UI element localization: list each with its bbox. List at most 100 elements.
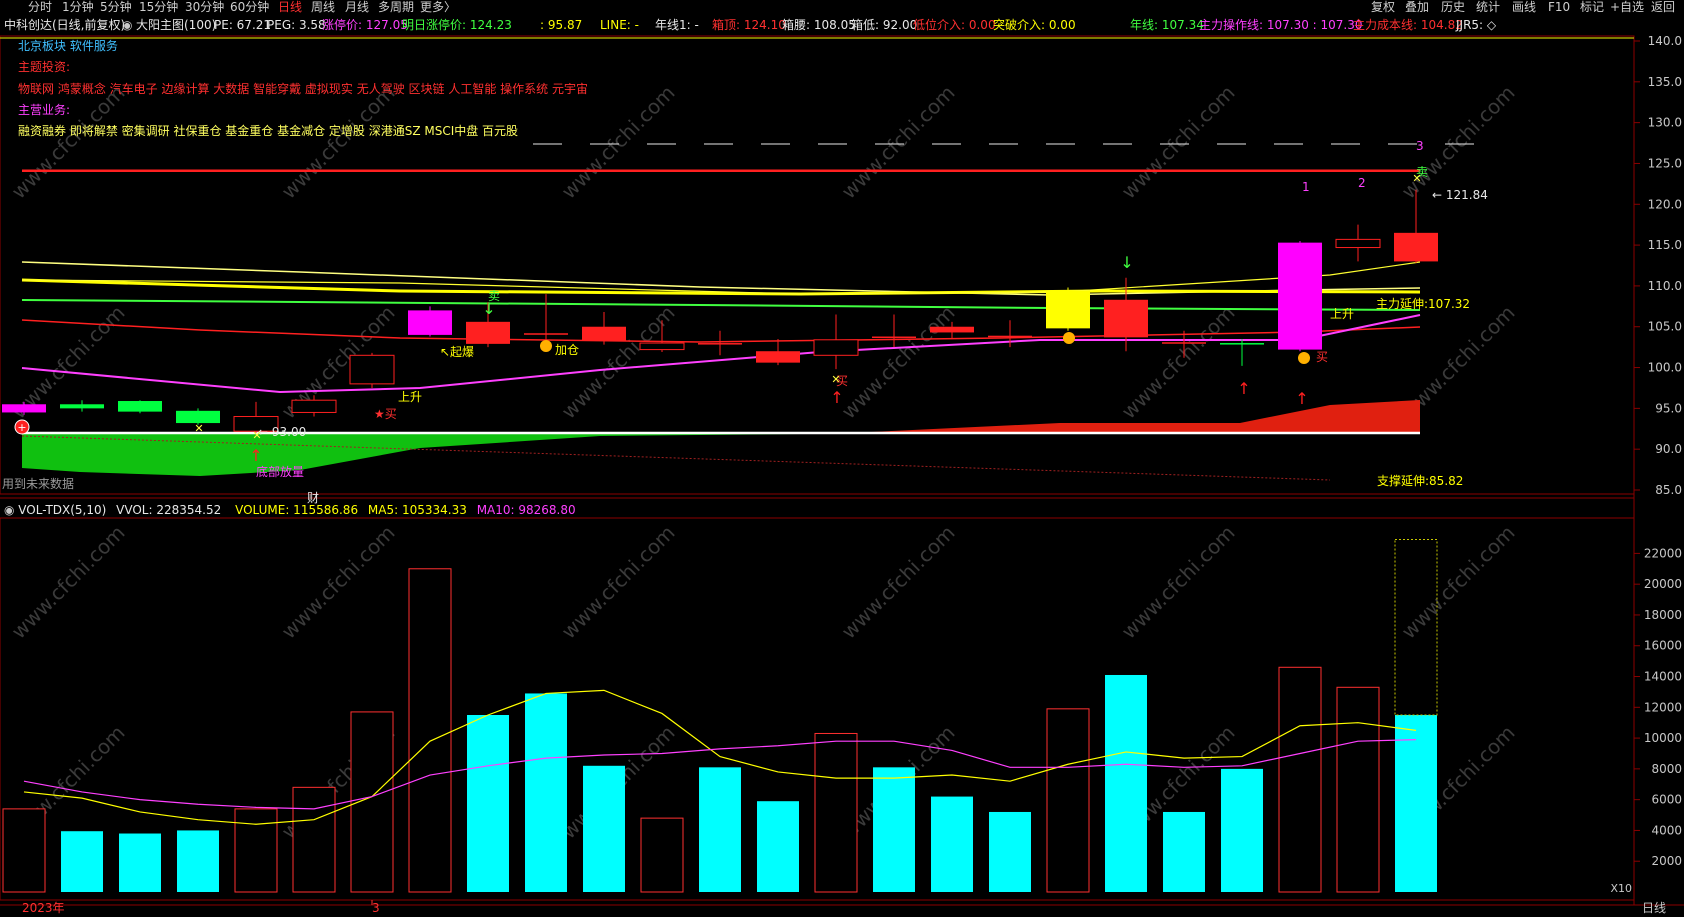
time-axis-month: 3 <box>372 901 380 915</box>
vol-tick-2: 18000 <box>1644 608 1682 622</box>
watermark-17: www.cfchi.com <box>1397 521 1520 644</box>
vol-tick-4: 14000 <box>1644 670 1682 684</box>
watermark-13: www.cfchi.com <box>277 521 400 644</box>
volume-bar-12 <box>699 767 741 892</box>
volume-bar-11 <box>640 817 684 893</box>
price-tick-7: 105.0 <box>1648 320 1682 334</box>
candle-body-23 <box>1335 238 1381 249</box>
theme-title: 主题投资: <box>18 60 71 74</box>
jiacang-label: 加仓 <box>555 343 579 357</box>
volume-bar-15 <box>873 767 915 892</box>
volume-bar-9 <box>525 693 567 892</box>
ma10-value: MA10: 98268.80 <box>476 503 576 517</box>
price-tick-9: 95.0 <box>1655 401 1682 415</box>
volume-bar-0 <box>2 808 46 893</box>
volume-bar-10 <box>583 765 625 892</box>
volume-bar-13 <box>757 801 799 892</box>
price-tick-5: 115.0 <box>1648 238 1682 252</box>
candle-body-2 <box>118 401 162 412</box>
main-extend-label: 主力延伸:107.32 <box>1376 297 1470 311</box>
volume-indicator-name[interactable]: VOL-TDX(5,10) <box>18 503 106 517</box>
peak-label: ← 121.84 <box>1432 188 1488 202</box>
price-tick-2: 130.0 <box>1648 116 1682 130</box>
candle-body-7 <box>408 310 452 335</box>
watermark-16: www.cfchi.com <box>1117 521 1240 644</box>
up-label-1: 上升 <box>398 390 422 404</box>
signal-arrow-0: ↑ <box>249 446 262 465</box>
volume-bar-19 <box>1105 674 1147 892</box>
signal-circle-1 <box>1063 332 1075 344</box>
watermark-12: www.cfchi.com <box>7 521 130 644</box>
price-tick-3: 125.0 <box>1648 156 1682 170</box>
candle-body-18 <box>1046 290 1090 329</box>
signal-arrow-4: ↓ <box>1120 253 1133 272</box>
volume-bar-8 <box>467 715 509 892</box>
signal-arrow-1: ↑ <box>830 388 843 407</box>
volume-header: ◉ VOL-TDX(5,10) VVOL: 228354.52 VOLUME: … <box>4 503 576 517</box>
volume-bar-16 <box>931 796 973 892</box>
watermark-15: www.cfchi.com <box>837 521 960 644</box>
candle-body-8 <box>466 321 510 344</box>
wave-num-3: 3 <box>1416 139 1424 153</box>
price-tick-0: 140.0 <box>1648 34 1682 48</box>
vol-tick-7: 8000 <box>1651 762 1682 776</box>
volume-bar-20 <box>1163 811 1205 892</box>
volume-bar-4 <box>234 808 278 893</box>
candle-body-10 <box>582 326 626 341</box>
up-label-2: 上升 <box>1330 307 1354 321</box>
signal-circle-0 <box>540 340 552 352</box>
short-ma-line <box>21 261 1421 295</box>
watermark-8: www.cfchi.com <box>557 301 680 424</box>
vol-tick-5: 12000 <box>1644 700 1682 714</box>
price-tick-11: 85.0 <box>1655 483 1682 497</box>
volume-bar-14 <box>814 732 858 893</box>
candle-body-22 <box>1278 242 1322 350</box>
volume-bar-22 <box>1278 666 1322 893</box>
candle-body-6 <box>349 354 395 385</box>
period-label: 日线 <box>1642 901 1666 915</box>
volume-bar-1 <box>61 831 103 892</box>
watermark-0: www.cfchi.com <box>7 81 130 204</box>
x-marker-1: ✕ <box>252 429 261 442</box>
watermark-14: www.cfchi.com <box>557 521 680 644</box>
vvol-value: VVOL: 228354.52 <box>116 503 222 517</box>
volume-bar-7 <box>408 568 452 893</box>
green-ma-line <box>21 299 1421 311</box>
volume-bar-24 <box>1395 715 1437 892</box>
wave-num-2: 2 <box>1358 176 1366 190</box>
ma5-value: MA5: 105334.33 <box>367 503 467 517</box>
volume-bar-2 <box>119 833 161 892</box>
signal-circle-2 <box>1298 352 1310 364</box>
candle-body-12 <box>698 343 742 345</box>
price-tick-4: 120.0 <box>1648 197 1682 211</box>
vol-tick-10: 2000 <box>1651 854 1682 868</box>
wave-num-1: 1 <box>1302 180 1310 194</box>
signal-arrow-3: ↑ <box>1295 389 1308 408</box>
time-axis-year: 2023年 <box>22 901 65 915</box>
candle-body-9 <box>524 333 568 335</box>
price-tick-10: 90.0 <box>1655 442 1682 456</box>
candle-body-11 <box>639 342 685 351</box>
candle-body-17 <box>988 335 1032 338</box>
candle-body-19 <box>1104 299 1148 338</box>
theme-list: 物联网 鸿蒙概念 汽车电子 边缘计算 大数据 智能穿戴 虚拟现实 无人驾驶 区块… <box>18 82 588 96</box>
volume-bar-5 <box>292 786 336 893</box>
signal-arrow-2: ↑ <box>1237 379 1250 398</box>
stock-tags: 融资融券 即将解禁 密集调研 社保重仓 基金重仓 基金减仓 定增股 深港通SZ … <box>18 124 519 138</box>
vol-tick-8: 6000 <box>1651 793 1682 807</box>
sector-tags: 北京板块 软件服务 <box>18 39 118 53</box>
candle-body-13 <box>756 351 800 363</box>
vol-tick-3: 16000 <box>1644 639 1682 653</box>
price-tick-8: 100.0 <box>1648 361 1682 375</box>
volume-indicator-icon[interactable]: ◉ <box>4 503 18 517</box>
candle-body-14 <box>813 339 859 356</box>
watermark-1: www.cfchi.com <box>277 81 400 204</box>
watermark-5: www.cfchi.com <box>1397 81 1520 204</box>
vol-tick-1: 20000 <box>1644 577 1682 591</box>
volume-value: VOLUME: 115586.86 <box>235 503 359 517</box>
candle-body-24 <box>1394 232 1438 262</box>
volume-bar-23 <box>1336 686 1380 893</box>
candle-body-20 <box>1162 342 1206 344</box>
add-marker-sign: + <box>17 421 26 434</box>
vol-tick-9: 4000 <box>1651 823 1682 837</box>
